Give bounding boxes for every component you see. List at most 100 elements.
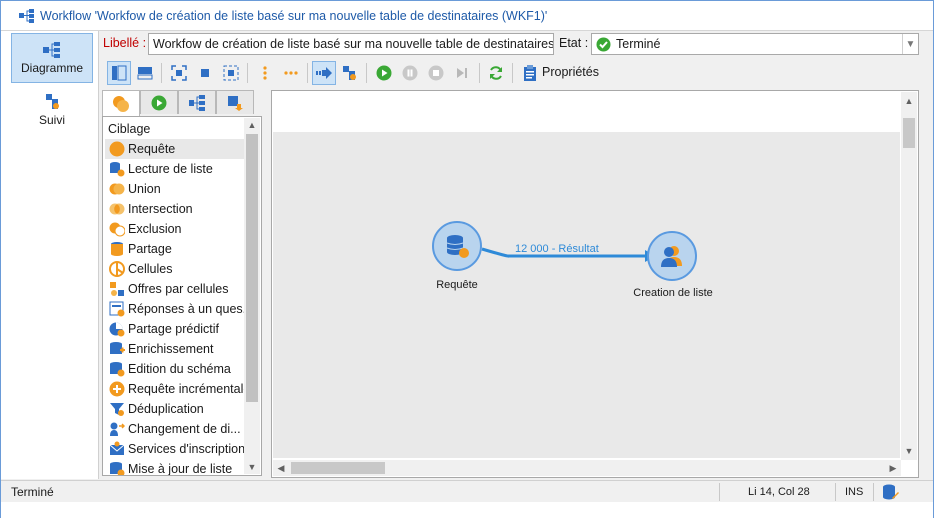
canvas-vertical-scrollbar[interactable]: ▲ ▼: [901, 92, 917, 460]
palette-item[interactable]: Services d'inscriptions: [105, 439, 251, 459]
zoom-fit-button[interactable]: [219, 61, 243, 85]
palette-item[interactable]: Enrichissement: [105, 339, 245, 359]
transition-mode-button[interactable]: [312, 61, 336, 85]
palette-item-label: Offres par cellules: [128, 282, 229, 296]
zoom-frame-icon: [223, 65, 239, 81]
tab-tracking[interactable]: Suivi: [11, 85, 93, 135]
palette-tabs: [102, 90, 254, 117]
palette-item[interactable]: Partage prédictif: [105, 319, 245, 339]
deduplication-icon: [110, 403, 124, 416]
diagram-area[interactable]: Requête Creation de liste 12 000 - Résul…: [273, 132, 900, 458]
status-select[interactable]: Terminé ▼: [591, 33, 919, 55]
status-caption: Etat :: [559, 36, 589, 50]
window-bottom-border: [1, 502, 933, 518]
palette-item[interactable]: Cellules: [105, 259, 245, 279]
workflow-canvas[interactable]: Requête Creation de liste 12 000 - Résul…: [271, 90, 919, 478]
scroll-up-arrow-icon[interactable]: ▲: [244, 118, 260, 132]
tab-flow-control[interactable]: [140, 90, 178, 114]
step-forward-icon: [457, 68, 467, 78]
dots-vertical-icon: [263, 66, 267, 80]
palette-item-label: Mise à jour de liste: [128, 462, 233, 476]
palette-item[interactable]: Edition du schéma: [105, 359, 245, 379]
tab-tracking-label: Suivi: [38, 113, 65, 127]
toolbar: Propriétés: [99, 59, 933, 87]
palette-item[interactable]: Déduplication: [105, 399, 245, 419]
activity-palette: Ciblage Requête Lecture de liste Union Inte…: [102, 116, 262, 476]
query-icon: [109, 141, 125, 157]
query-node[interactable]: [432, 221, 482, 271]
schema-edit-icon: [110, 362, 125, 377]
query-node-label: Requête: [436, 279, 478, 291]
normal-size-button[interactable]: [193, 61, 217, 85]
subscription-services-icon: [109, 441, 125, 455]
canvas-horizontal-scrollbar[interactable]: ◀ ▶: [273, 460, 901, 476]
palette-scrollbar[interactable]: ▲ ▼: [244, 118, 260, 474]
start-button[interactable]: [372, 61, 396, 85]
targeting-tab-icon: [113, 96, 129, 112]
canvas-vscroll-thumb[interactable]: [903, 118, 915, 148]
palette-item[interactable]: Lecture de liste: [105, 159, 245, 179]
scroll-down-arrow-icon[interactable]: ▼: [244, 460, 260, 474]
scroll-right-arrow-icon[interactable]: ▶: [886, 461, 900, 475]
stop-button[interactable]: [424, 61, 448, 85]
list-update-icon: [110, 462, 125, 475]
status-state: Terminé: [11, 485, 54, 499]
fit-to-window-button[interactable]: [167, 61, 191, 85]
status-bar: Terminé Li 14, Col 28 INS: [1, 480, 933, 502]
palette-item[interactable]: Union: [105, 179, 245, 199]
horizontal-align-button[interactable]: [279, 61, 303, 85]
union-icon: [109, 183, 125, 195]
label-input[interactable]: Workfow de création de liste basé sur ma…: [148, 33, 554, 55]
properties-button[interactable]: Propriétés: [542, 65, 599, 79]
palette-item[interactable]: Requête incrémentale: [105, 379, 250, 399]
palette-item[interactable]: Intersection: [105, 199, 245, 219]
vertical-layout-button[interactable]: [107, 61, 131, 85]
palette-item[interactable]: Mise à jour de liste: [105, 459, 245, 476]
unconditional-stop-button[interactable]: [450, 61, 474, 85]
palette-item-label: Enrichissement: [128, 342, 214, 356]
split-icon: [111, 242, 123, 256]
scroll-down-arrow-icon[interactable]: ▼: [902, 444, 916, 458]
vertical-align-button[interactable]: [253, 61, 277, 85]
title-bar: Workflow 'Workfow de création de liste b…: [1, 1, 933, 31]
palette-list: Ciblage Requête Lecture de liste Union Inte…: [105, 119, 253, 476]
palette-item[interactable]: Offres par cellules: [105, 279, 245, 299]
properties-icon-button[interactable]: [518, 61, 542, 85]
dimension-change-icon: [110, 422, 125, 436]
tab-events[interactable]: [216, 90, 254, 114]
transition-line[interactable]: [273, 132, 900, 458]
offers-icon: [110, 282, 124, 296]
workflow-properties-button[interactable]: [338, 61, 362, 85]
status-value: Terminé: [616, 37, 661, 51]
palette-item[interactable]: Exclusion: [105, 219, 245, 239]
scroll-up-arrow-icon[interactable]: ▲: [902, 94, 916, 108]
palette-item[interactable]: Partage: [105, 239, 245, 259]
canvas-hscroll-thumb[interactable]: [291, 462, 385, 474]
chevron-down-icon[interactable]: ▼: [902, 34, 918, 54]
layout-vertical-icon: [112, 65, 127, 81]
tab-targeting[interactable]: [102, 90, 140, 117]
horizontal-layout-button[interactable]: [133, 61, 157, 85]
list-creation-node[interactable]: [647, 231, 697, 281]
palette-category: Ciblage: [108, 122, 151, 136]
palette-scroll-thumb[interactable]: [246, 134, 258, 402]
refresh-button[interactable]: [484, 61, 508, 85]
transition-label[interactable]: 12 000 - Résultat: [515, 243, 599, 255]
tab-actions[interactable]: [178, 90, 216, 114]
palette-item[interactable]: Réponses à un ques...: [105, 299, 253, 319]
palette-item[interactable]: Changement de di...: [105, 419, 245, 439]
scroll-left-arrow-icon[interactable]: ◀: [274, 461, 288, 475]
palette-item[interactable]: Requête: [105, 139, 245, 159]
clipboard-icon: [524, 65, 536, 81]
palette-item-label: Requête incrémentale: [128, 382, 251, 396]
flow-control-tab-icon: [151, 95, 167, 110]
cursor-position: Li 14, Col 28: [748, 486, 810, 498]
tab-diagram[interactable]: Diagramme: [11, 33, 93, 83]
insert-mode: INS: [845, 486, 864, 498]
layout-horizontal-icon: [137, 67, 153, 80]
palette-item-label: Partage prédictif: [128, 322, 220, 336]
pause-button[interactable]: [398, 61, 422, 85]
list-creation-node-icon: [661, 246, 682, 267]
list-read-icon: [110, 162, 125, 177]
events-tab-icon: [228, 95, 243, 111]
